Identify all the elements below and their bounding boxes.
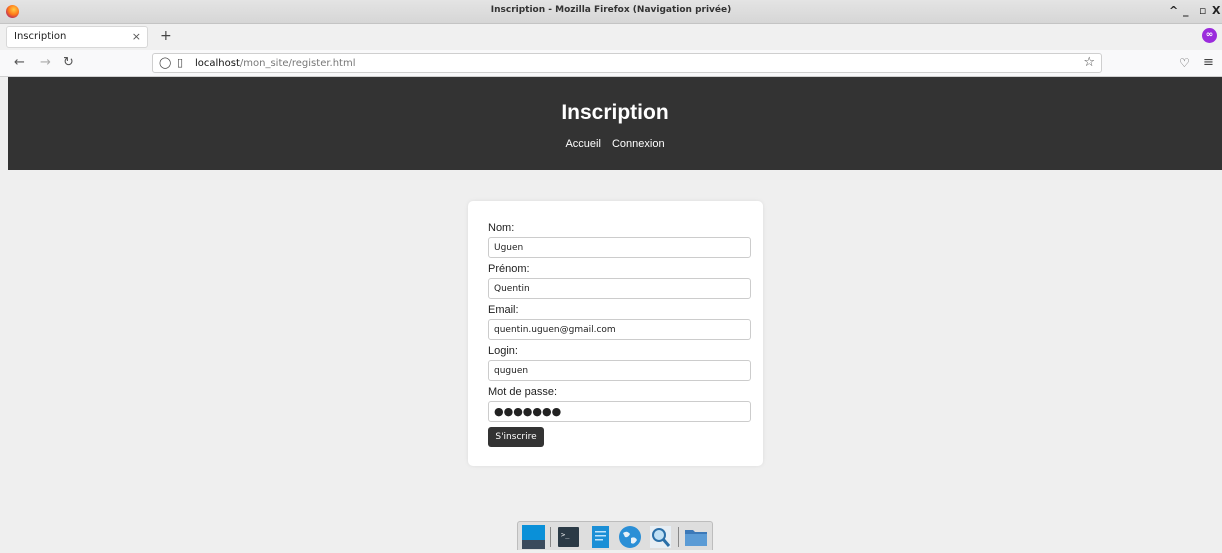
text-editor-icon[interactable] xyxy=(589,525,612,549)
tracking-protection-shield-icon[interactable]: ◯ xyxy=(159,56,171,69)
dock-separator xyxy=(678,527,679,547)
site-nav: Accueil Connexion xyxy=(8,138,1222,150)
prenom-label: Prénom: xyxy=(488,263,530,275)
nav-link-connexion[interactable]: Connexion xyxy=(612,138,665,150)
email-label: Email: xyxy=(488,304,519,316)
bookmark-star-icon[interactable]: ☆ xyxy=(1083,55,1095,70)
nom-label: Nom: xyxy=(488,222,515,234)
forward-arrow-icon[interactable]: → xyxy=(40,55,51,70)
password-input[interactable] xyxy=(488,401,751,422)
window-title: Inscription - Mozilla Firefox (Navigatio… xyxy=(490,5,732,15)
navigation-toolbar: ← → ↻ ◯ ▯ localhost/mon_site/register.ht… xyxy=(0,50,1222,77)
file-manager-icon[interactable] xyxy=(684,525,707,549)
nom-input[interactable] xyxy=(488,237,751,258)
page-info-icon[interactable]: ▯ xyxy=(177,56,183,69)
svg-text:>_: >_ xyxy=(561,531,570,539)
window-maximize-up-button[interactable]: ^ xyxy=(1169,4,1178,17)
new-tab-button[interactable]: + xyxy=(160,28,172,44)
back-arrow-icon[interactable]: ← xyxy=(14,55,25,70)
taskbar-dock: >_ xyxy=(517,521,713,550)
email-input[interactable] xyxy=(488,319,751,340)
url-bar[interactable]: ◯ ▯ localhost/mon_site/register.html ☆ xyxy=(152,53,1102,73)
search-icon[interactable] xyxy=(649,525,672,549)
password-label: Mot de passe: xyxy=(488,386,558,398)
window-minimize-button[interactable]: _ xyxy=(1183,4,1189,17)
web-browser-icon[interactable] xyxy=(618,525,641,549)
login-input[interactable] xyxy=(488,360,751,381)
login-label: Login: xyxy=(488,345,518,357)
hamburger-menu-icon[interactable]: ≡ xyxy=(1203,55,1214,70)
reload-icon[interactable]: ↻ xyxy=(63,55,74,70)
page-title: Inscription xyxy=(561,101,669,124)
tab-bar: Inscription × + ∞ xyxy=(0,24,1222,50)
tab-label: Inscription xyxy=(14,31,67,42)
dock-separator xyxy=(550,527,551,547)
nav-link-accueil[interactable]: Accueil xyxy=(565,138,600,150)
window-titlebar: Inscription - Mozilla Firefox (Navigatio… xyxy=(0,0,1222,24)
terminal-icon[interactable]: >_ xyxy=(557,525,580,549)
window-close-button[interactable]: X xyxy=(1212,4,1220,17)
desktop-icon[interactable] xyxy=(522,525,545,549)
site-header: Inscription Accueil Connexion xyxy=(8,77,1222,170)
registration-form: Nom: Prénom: Email: Login: Mot de passe:… xyxy=(468,201,763,466)
tab-close-icon[interactable]: × xyxy=(132,30,141,43)
window-maximize-button[interactable]: ▫ xyxy=(1199,4,1206,17)
prenom-input[interactable] xyxy=(488,278,751,299)
submit-button[interactable]: S'inscrire xyxy=(488,427,544,447)
pocket-icon[interactable]: ♡ xyxy=(1179,56,1190,70)
private-browsing-icon: ∞ xyxy=(1202,28,1217,43)
tab-inscription[interactable]: Inscription × xyxy=(6,26,148,48)
url-text[interactable]: localhost/mon_site/register.html xyxy=(195,58,356,69)
